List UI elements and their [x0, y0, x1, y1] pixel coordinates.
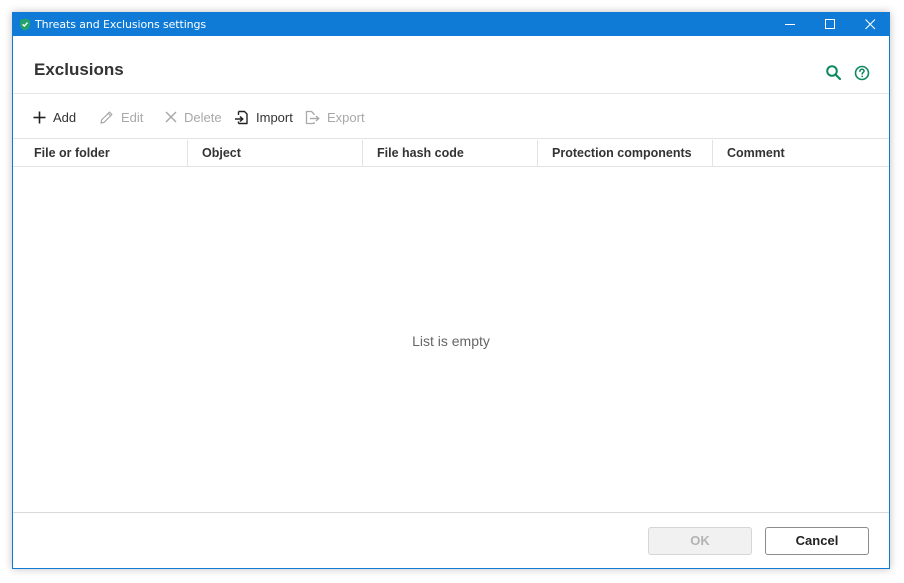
column-header-protection-components[interactable]: Protection components: [538, 140, 713, 167]
export-button[interactable]: Export: [305, 107, 365, 127]
title-bar[interactable]: Threats and Exclusions settings: [13, 13, 889, 36]
pencil-icon: [100, 111, 113, 124]
column-header-comment[interactable]: Comment: [713, 140, 889, 167]
plus-icon: [33, 111, 46, 123]
delete-x-icon: [165, 111, 177, 123]
dialog-footer: OK Cancel: [13, 512, 889, 568]
page-header: Exclusions: [13, 36, 889, 94]
close-icon: [865, 19, 876, 30]
ok-button[interactable]: OK: [648, 527, 752, 555]
import-button[interactable]: Import: [234, 107, 293, 127]
settings-window: Threats and Exclusions settings Exclusio…: [12, 12, 890, 569]
maximize-button[interactable]: [811, 13, 851, 36]
cancel-button[interactable]: Cancel: [765, 527, 869, 555]
edit-button[interactable]: Edit: [99, 107, 143, 127]
help-icon[interactable]: [853, 64, 871, 82]
close-button[interactable]: [851, 13, 891, 36]
shield-check-icon: [20, 18, 30, 31]
import-label: Import: [256, 109, 293, 125]
column-header-file-hash-code[interactable]: File hash code: [363, 140, 538, 167]
import-icon: [235, 110, 248, 124]
delete-button[interactable]: Delete: [165, 107, 222, 127]
window-title: Threats and Exclusions settings: [35, 18, 207, 31]
edit-label: Edit: [121, 109, 144, 125]
column-header-file-or-folder[interactable]: File or folder: [13, 140, 188, 167]
maximize-icon: [825, 19, 835, 29]
minimize-button[interactable]: [771, 13, 811, 36]
page-title: Exclusions: [34, 60, 124, 79]
search-icon[interactable]: [825, 64, 843, 82]
table-header: File or folder Object File hash code Pro…: [13, 140, 889, 167]
add-label: Add: [53, 109, 77, 125]
delete-label: Delete: [184, 109, 222, 125]
empty-list-message: List is empty: [412, 333, 490, 349]
export-icon: [305, 110, 320, 124]
add-button[interactable]: Add: [33, 107, 76, 127]
toolbar: Add Edit Delete Import Export: [13, 95, 889, 139]
column-header-object[interactable]: Object: [188, 140, 363, 167]
export-label: Export: [327, 109, 365, 125]
minimize-icon: [785, 24, 795, 25]
